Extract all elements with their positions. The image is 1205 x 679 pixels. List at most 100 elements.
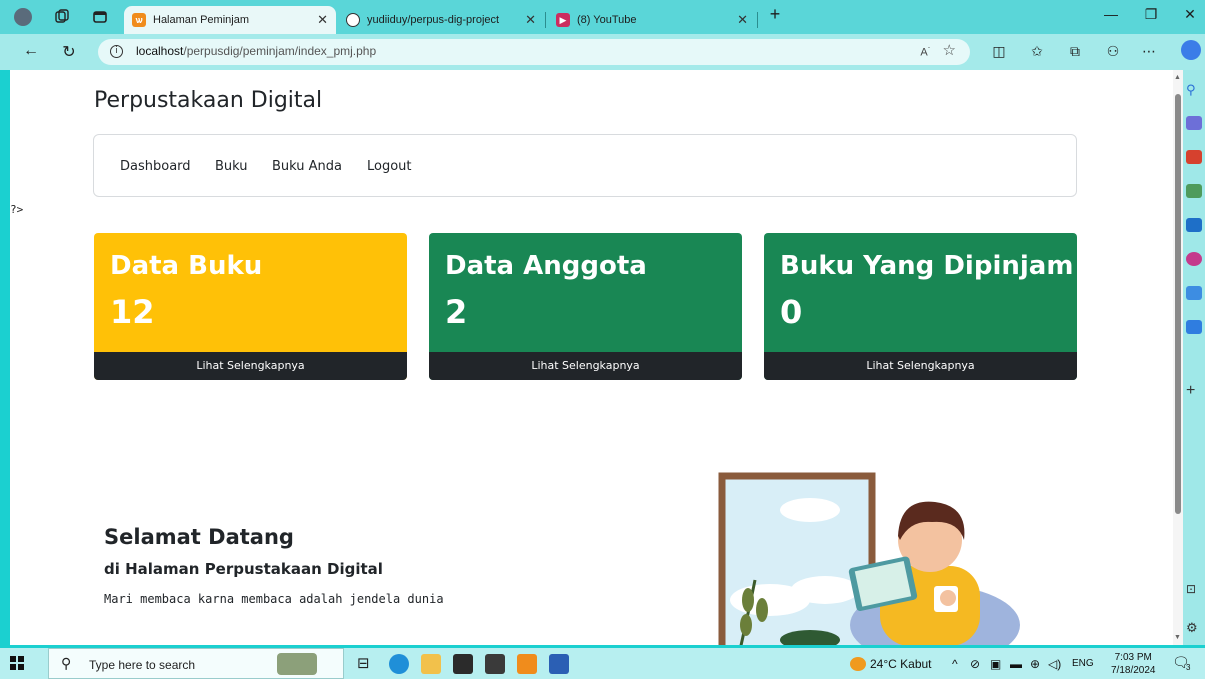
card-more-link[interactable]: Lihat Selengkapnya [94,352,407,380]
close-tab-icon[interactable]: ✕ [525,12,536,28]
welcome-title: Selamat Datang [104,525,294,549]
nav-dashboard[interactable]: Dashboard [120,159,191,174]
close-tab-icon[interactable]: ✕ [737,12,748,28]
screenshot-icon[interactable]: ⊡ [1186,582,1202,596]
card-value: 2 [445,293,468,331]
web-page: Perpustakaan Digital Dashboard Buku Buku… [10,70,1173,645]
clock-time: 7:03 PM [1114,652,1152,663]
search-icon[interactable]: ⚲ [1186,82,1202,97]
xampp-app-icon[interactable] [517,654,537,674]
m365-icon[interactable] [1186,252,1202,266]
welcome-text: Mari membaca karna membaca adalah jendel… [104,592,444,606]
close-tab-icon[interactable]: ✕ [317,12,328,28]
taskbar-clock[interactable]: 7:03 PM 7/18/2024 [1111,651,1156,677]
network-icon[interactable]: ⊕ [1030,657,1040,671]
shopping-icon[interactable] [1186,116,1202,130]
outlook-icon[interactable] [1186,218,1202,232]
card-title: Buku Yang Dipinjam [780,251,1074,281]
scroll-up-icon[interactable]: ▲ [1174,74,1181,81]
language-indicator[interactable]: ENG [1072,658,1094,669]
favorite-star-icon[interactable]: ☆ [943,41,956,59]
tab-title: (8) YouTube [577,14,637,26]
tools-icon[interactable] [1186,150,1202,164]
tab-actions-icon[interactable] [91,8,109,26]
page-scrollbar[interactable]: ▲ ▼ [1173,70,1183,645]
restore-icon[interactable]: ❐ [1133,6,1169,23]
obs-icon[interactable] [485,654,505,674]
games-icon[interactable] [1186,184,1202,198]
card-value: 12 [110,293,155,331]
workspaces-icon[interactable] [53,8,71,26]
add-sidebar-app-icon[interactable]: + [1186,382,1202,399]
site-info-icon[interactable]: i [110,45,123,58]
tray-sync-icon[interactable]: ⊘ [970,657,980,671]
weather-text[interactable]: 24°C Kabut [870,657,932,671]
close-window-icon[interactable]: ✕ [1172,6,1205,23]
nav-buku-anda[interactable]: Buku Anda [272,159,342,174]
new-tab-icon[interactable]: + [757,4,793,25]
main-navbar: Dashboard Buku Buku Anda Logout [93,134,1077,197]
search-icon: ⚲ [61,655,72,671]
card-more-link[interactable]: Lihat Selengkapnya [764,352,1077,380]
github-favicon-icon [346,13,360,27]
extensions-icon[interactable]: ⚇ [1104,43,1122,60]
task-view-icon[interactable]: ⊟ [357,654,377,674]
battery-icon[interactable]: ▬ [1010,657,1022,671]
drop-icon[interactable] [1186,286,1202,300]
card-title: Data Anggota [445,251,647,281]
tray-chevron-icon[interactable]: ^ [952,657,958,671]
sublime-icon[interactable] [453,654,473,674]
volume-icon[interactable]: ◁) [1048,657,1061,671]
tray-app-icon[interactable]: ▣ [990,657,1001,671]
word-app-icon[interactable] [549,654,569,674]
nav-logout[interactable]: Logout [367,159,412,174]
windows-start-icon[interactable] [10,656,24,670]
card-more-link[interactable]: Lihat Selengkapnya [429,352,742,380]
notification-count: 3 [1186,663,1191,672]
taskbar-search-box[interactable]: ⚲ Type here to search [48,648,344,679]
settings-gear-icon[interactable]: ⚙ [1186,620,1202,635]
file-explorer-icon[interactable] [421,654,441,674]
url-field[interactable]: i localhost/perpusdig/peminjam/index_pmj… [98,39,970,65]
card-data-anggota: Data Anggota 2 Lihat Selengkapnya [429,233,742,380]
edge-app-icon[interactable] [389,654,409,674]
minimize-icon[interactable]: — [1093,6,1129,22]
tab-youtube[interactable]: ▶ (8) YouTube ✕ [548,6,756,34]
url-text[interactable]: localhost/perpusdig/peminjam/index_pmj.p… [136,44,376,58]
copilot-icon[interactable] [1181,40,1201,60]
reading-person-illustration [718,472,1020,645]
collections-icon[interactable]: ⧉ [1066,43,1084,60]
card-data-buku: Data Buku 12 Lihat Selengkapnya [94,233,407,380]
windows-taskbar: ⚲ Type here to search ⊟ 24°C Kabut ^ ⊘ ▣… [0,648,1205,679]
tab-halaman-peminjam[interactable]: ѡ Halaman Peminjam ✕ [124,6,336,34]
youtube-favicon-icon: ▶ [556,13,570,27]
clock-date: 7/18/2024 [1111,665,1156,676]
tab-separator [545,12,546,28]
address-bar-row: ← ↻ i localhost/perpusdig/peminjam/index… [0,34,1205,70]
card-value: 0 [780,293,803,331]
nav-buku[interactable]: Buku [215,159,248,174]
search-highlight-icon [277,653,317,675]
tab-github[interactable]: yudiiduy/perpus-dig-project ✕ [338,6,544,34]
edge-sidebar: ⚲ + ⊡ ⚙ [1183,70,1205,645]
tab-title: Halaman Peminjam [153,14,249,26]
read-aloud-icon[interactable]: Aᐧ [920,43,930,59]
card-buku-dipinjam: Buku Yang Dipinjam 0 Lihat Selengkapnya [764,233,1077,380]
card-title: Data Buku [110,251,263,281]
weather-icon[interactable] [850,657,866,671]
welcome-subtitle: di Halaman Perpustakaan Digital [104,560,383,578]
profile-icon[interactable] [14,8,32,26]
more-menu-icon[interactable]: ⋯ [1140,43,1158,60]
site-brand: Perpustakaan Digital [94,88,323,113]
browser-tab-strip: ѡ Halaman Peminjam ✕ yudiiduy/perpus-dig… [0,0,1205,34]
xampp-favicon-icon: ѡ [132,13,146,27]
scrollbar-thumb[interactable] [1175,94,1181,514]
tab-title: yudiiduy/perpus-dig-project [367,14,500,26]
back-arrow-icon[interactable]: ← [20,42,42,60]
telegram-icon[interactable] [1186,320,1202,334]
scroll-down-icon[interactable]: ▼ [1174,634,1181,641]
split-screen-icon[interactable]: ◫ [990,43,1008,60]
favorites-icon[interactable]: ✩ [1028,43,1046,60]
refresh-icon[interactable]: ↻ [58,42,80,62]
stray-php-text: ?> [10,203,24,216]
